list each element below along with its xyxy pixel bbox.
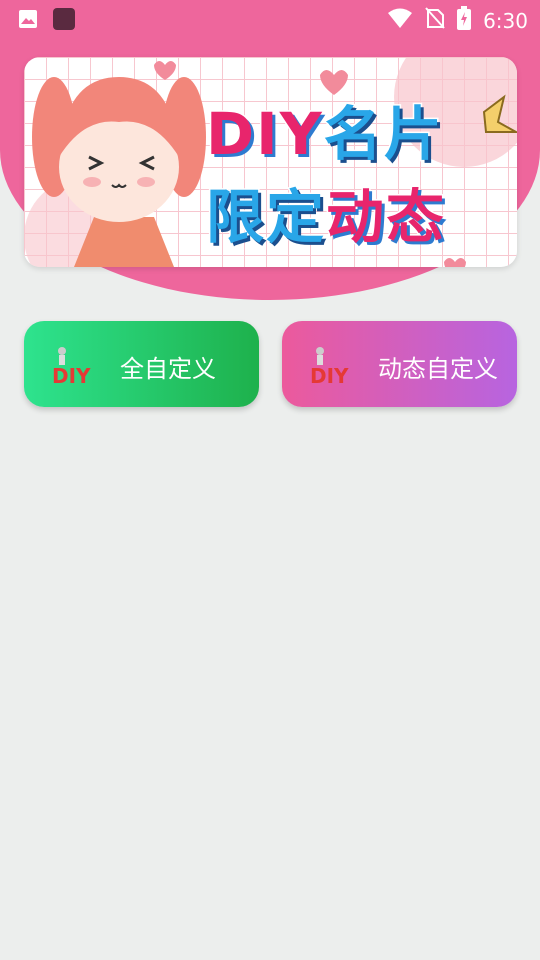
diy-logo-d: DIY (310, 364, 349, 385)
image-icon (16, 7, 40, 36)
dynamic-custom-label: 动态自定义 (378, 355, 498, 383)
promo-banner[interactable]: DIY名片 限定动态 (24, 57, 517, 267)
full-custom-button[interactable]: DIY 全自定义 (24, 321, 259, 407)
anime-girl-illustration (32, 77, 206, 267)
clock: 6:30 (483, 8, 528, 33)
diy-logo-icon: DIY (310, 347, 349, 385)
battery-charging-icon (457, 6, 472, 35)
diy-logo-icon: DIY (52, 347, 91, 385)
dynamic-custom-button[interactable]: DIY 动态自定义 (282, 321, 517, 407)
wifi-icon (387, 7, 413, 34)
banner-title-line1: DIY名片 (205, 99, 444, 170)
no-sim-icon (425, 7, 445, 34)
diy-logo-d: DIY (52, 364, 91, 385)
app-icon (52, 7, 76, 36)
full-custom-label: 全自定义 (120, 355, 216, 383)
banner-title-line2: 限定动态 (204, 182, 447, 253)
status-bar: 6:30 (0, 0, 540, 36)
